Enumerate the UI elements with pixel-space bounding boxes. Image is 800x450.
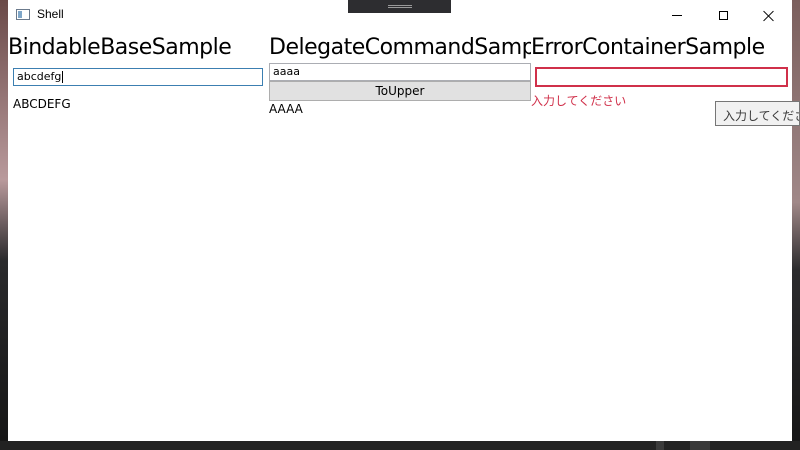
debug-toolbar-handle[interactable] — [348, 0, 451, 13]
error-container-input[interactable] — [535, 67, 788, 87]
desktop-background-bottom — [0, 441, 800, 450]
minimize-button[interactable] — [654, 0, 700, 31]
to-upper-button[interactable]: ToUpper — [269, 81, 531, 101]
maximize-button[interactable] — [700, 0, 746, 31]
bindable-base-output: ABCDEFG — [13, 97, 71, 111]
bindable-base-heading: BindableBaseSample — [8, 35, 232, 60]
window-title: Shell — [37, 7, 64, 21]
bindable-base-input[interactable]: abcdefg — [13, 68, 263, 86]
error-container-heading: ErrorContainerSample — [531, 35, 765, 60]
delegate-command-heading: DelegateCommandSample — [269, 35, 531, 60]
validation-tooltip: 入力してください — [715, 101, 800, 126]
text-caret — [62, 71, 64, 83]
minimize-icon — [672, 15, 682, 16]
maximize-icon — [718, 11, 728, 20]
bindable-base-input-value: abcdefg — [17, 70, 62, 83]
app-icon — [16, 9, 30, 20]
desktop-background-right — [792, 0, 800, 450]
desktop-background-left — [0, 0, 8, 450]
close-icon — [763, 10, 775, 22]
delegate-command-output: AAAA — [269, 102, 303, 116]
shell-window: Shell BindableBaseSample abcdefg ABCDEFG… — [8, 0, 792, 441]
close-button[interactable] — [746, 0, 792, 31]
delegate-command-input[interactable]: aaaa — [269, 63, 531, 81]
validation-error-message: 入力してください — [531, 94, 627, 108]
